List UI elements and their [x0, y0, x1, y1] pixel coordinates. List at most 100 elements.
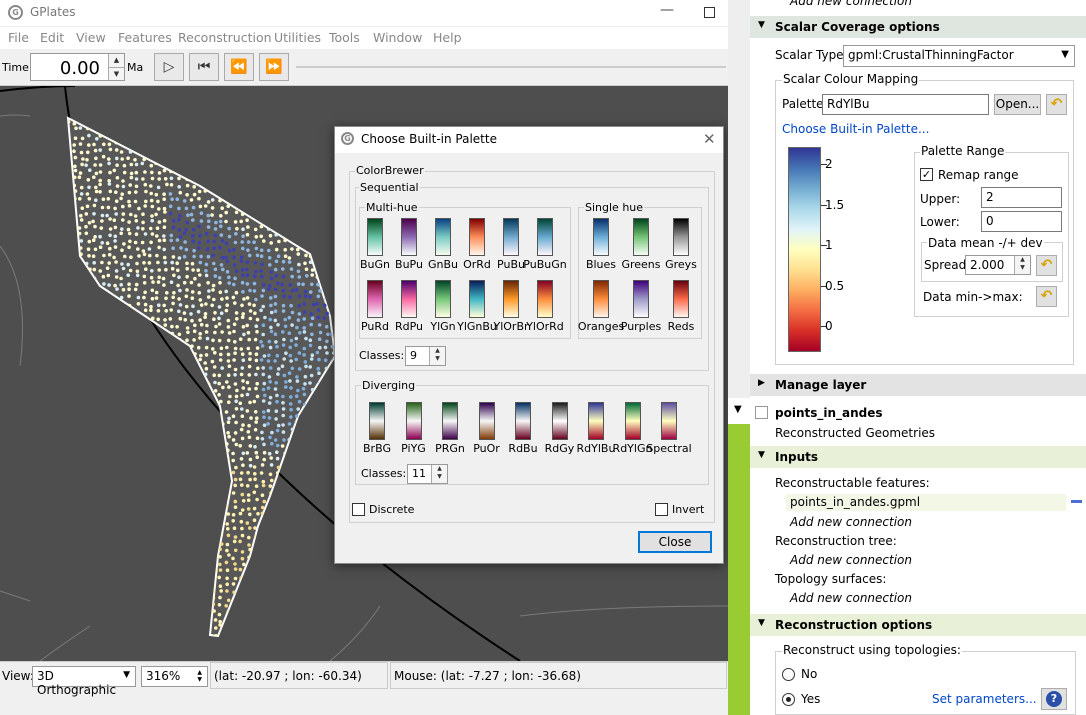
- spin-arrows-icon[interactable]: ▲ ▼: [431, 465, 447, 483]
- no-radio[interactable]: [782, 668, 795, 681]
- play-button[interactable]: ▷: [154, 53, 184, 81]
- rewind-to-start-button[interactable]: ⏮: [189, 53, 219, 81]
- menu-view[interactable]: View: [76, 30, 106, 45]
- diverging-label: Diverging: [361, 379, 417, 392]
- undo-arrow-icon[interactable]: ↶: [1036, 286, 1057, 307]
- spread-spinbox[interactable]: 2.000 ▲ ▼: [965, 255, 1031, 275]
- manage-layer-title: Manage layer: [775, 378, 867, 392]
- add-new-connection-link[interactable]: Add new connection: [790, 553, 912, 567]
- lower-input[interactable]: 0: [981, 211, 1062, 232]
- upper-label: Upper:: [920, 192, 961, 206]
- menu-help[interactable]: Help: [433, 30, 462, 45]
- projection-select[interactable]: 3D Orthographic ▼: [32, 666, 136, 697]
- layer-visibility-checkbox[interactable]: [755, 406, 768, 419]
- spread-label: Spread:: [924, 258, 971, 272]
- palette-name: Greys: [665, 258, 697, 271]
- diverging-classes-spinbox[interactable]: 11 ▲ ▼: [407, 464, 448, 484]
- main-titlebar[interactable]: G GPlates —: [0, 0, 728, 26]
- time-value: 0.00: [59, 58, 100, 79]
- palette-swatch: [435, 218, 451, 256]
- menu-reconstruction[interactable]: Reconstruction: [178, 30, 272, 45]
- yes-radio[interactable]: [782, 693, 795, 706]
- dropdown-arrow-icon: ▼: [123, 670, 130, 680]
- layer-name[interactable]: points_in_andes: [775, 406, 883, 420]
- add-new-connection-link[interactable]: Add new connection: [790, 591, 912, 605]
- dialog-titlebar[interactable]: G Choose Built-in Palette ✕: [335, 127, 723, 153]
- layer-expand-icon[interactable]: ▼: [734, 404, 742, 415]
- sequential-classes-spinbox[interactable]: 9 ▲ ▼: [405, 346, 446, 366]
- maximize-icon[interactable]: [704, 7, 715, 18]
- input-file-row[interactable]: points_in_andes.gpml: [786, 494, 1066, 511]
- window-title: GPlates: [30, 5, 76, 19]
- menu-file[interactable]: File: [8, 30, 29, 45]
- graticule-line: [0, 590, 31, 602]
- menu-edit[interactable]: Edit: [40, 30, 64, 45]
- zoom-spinbox[interactable]: 316% ▲ ▼: [141, 666, 208, 687]
- palette-ylorrd[interactable]: YlOrRd: [521, 280, 569, 333]
- minimize-icon[interactable]: —: [660, 2, 674, 18]
- spin-arrows-icon[interactable]: ▲ ▼: [429, 347, 445, 365]
- step-back-button[interactable]: ⏪: [224, 53, 254, 81]
- remap-range-checkbox[interactable]: ✓: [920, 168, 933, 181]
- reconstruction-options-header[interactable]: ▼ Reconstruction options: [750, 614, 1086, 636]
- layer-active-stripe: [728, 398, 750, 715]
- close-icon[interactable]: ✕: [703, 130, 716, 148]
- time-slider[interactable]: [296, 66, 726, 68]
- palette-greys[interactable]: Greys: [657, 218, 705, 271]
- upper-input[interactable]: 2: [981, 187, 1062, 208]
- undo-arrow-icon[interactable]: ↶: [1046, 94, 1067, 115]
- palette-swatch: [401, 280, 417, 318]
- palette-swatch: [624, 402, 641, 440]
- manage-layer-header[interactable]: ▶ Manage layer: [750, 374, 1086, 396]
- graticule-line: [0, 245, 23, 367]
- palette-input[interactable]: RdYlBu: [822, 94, 989, 115]
- palette-pubugn[interactable]: PuBuGn: [521, 218, 569, 271]
- add-new-connection-link[interactable]: Add new connection: [790, 0, 912, 8]
- choose-builtin-palette-link[interactable]: Choose Built-in Palette...: [782, 122, 929, 136]
- palette-reds[interactable]: Reds: [657, 280, 705, 333]
- diverging-classes-value: 11: [412, 467, 426, 480]
- skip-back-icon: ⏮: [197, 59, 211, 75]
- spin-arrows-icon[interactable]: ▲ ▼: [197, 669, 202, 683]
- palette-swatch: [503, 280, 519, 318]
- spin-up-icon[interactable]: ▲: [108, 54, 124, 67]
- view-label: View:: [2, 669, 34, 683]
- step-forward-button[interactable]: ⏩: [259, 53, 289, 81]
- palette-name: PuBuGn: [523, 258, 567, 271]
- palette-range-label: Palette Range: [920, 144, 1006, 158]
- invert-checkbox[interactable]: [655, 503, 668, 516]
- add-new-connection-link[interactable]: Add new connection: [790, 515, 912, 529]
- classes-label: Classes:: [361, 467, 407, 480]
- andes-polygon[interactable]: [66, 116, 337, 638]
- remove-connection-icon[interactable]: [1071, 500, 1082, 503]
- open-palette-button[interactable]: Open...: [994, 94, 1041, 115]
- menu-utilities[interactable]: Utilities: [274, 30, 321, 45]
- colorbar-tick-label: 0: [825, 319, 833, 333]
- close-button[interactable]: Close: [638, 531, 712, 553]
- menu-window[interactable]: Window: [373, 30, 422, 45]
- spin-arrows-icon[interactable]: ▲ ▼: [1014, 256, 1030, 274]
- set-parameters-link[interactable]: Set parameters...: [932, 692, 1037, 706]
- spread-value: 2.000: [970, 258, 1005, 272]
- scalar-type-select[interactable]: gpml:CrustalThinningFactor ▼: [843, 45, 1075, 67]
- palette-swatch: [515, 402, 531, 440]
- undo-arrow-icon[interactable]: ↶: [1036, 255, 1057, 276]
- gplates-logo-icon: G: [8, 5, 23, 20]
- inputs-title: Inputs: [775, 450, 819, 464]
- data-minmax-label: Data min->max:: [923, 290, 1023, 304]
- menu-features[interactable]: Features: [118, 30, 172, 45]
- time-input[interactable]: 0.00 ▲ ▼: [30, 53, 125, 81]
- collapse-icon: ▼: [758, 20, 765, 30]
- yes-label: Yes: [801, 692, 821, 706]
- palette-swatch: [673, 280, 689, 318]
- multihue-label: Multi-hue: [365, 201, 419, 214]
- classes-label: Classes:: [359, 349, 405, 362]
- palette-spectral[interactable]: Spectral: [645, 402, 693, 455]
- discrete-checkbox[interactable]: [352, 503, 365, 516]
- menu-tools[interactable]: Tools: [329, 30, 360, 45]
- help-button[interactable]: ?: [1041, 688, 1067, 710]
- scalar-coverage-header[interactable]: ▼ Scalar Coverage options: [750, 16, 1086, 38]
- inputs-header[interactable]: ▼ Inputs: [750, 446, 1086, 468]
- spin-down-icon[interactable]: ▼: [108, 67, 124, 80]
- choose-palette-dialog: G Choose Built-in Palette ✕ ColorBrewer …: [334, 126, 724, 564]
